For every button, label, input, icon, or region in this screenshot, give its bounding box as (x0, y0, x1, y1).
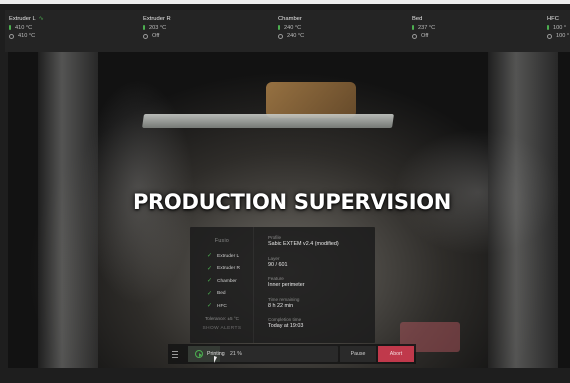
check-icon: ✓ (207, 278, 213, 285)
target-icon (547, 33, 552, 39)
abort-button[interactable]: Abort (378, 346, 414, 362)
thermometer-icon (9, 25, 11, 31)
target-icon (412, 33, 417, 39)
detail-profile: Profile Sabic EXTEM v2.4 (modified) (268, 235, 373, 256)
detail-feature: Feature Inner perimeter (268, 276, 373, 297)
show-alerts-button[interactable]: SHOW ALERTS (190, 326, 254, 331)
print-progress: Printing 21 % (188, 346, 338, 362)
print-details: Profile Sabic EXTEM v2.4 (modified) Laye… (268, 235, 373, 338)
sensor-extruder-r[interactable]: Extruder R 203 °C Off (143, 15, 171, 41)
detail-value: Sabic EXTEM v2.4 (modified) (268, 241, 339, 247)
sensor-target: 410 °C (18, 33, 36, 39)
sensor-bed[interactable]: Bed 237 °C Off (412, 15, 435, 41)
sensor-name: Chamber (278, 16, 302, 22)
camera-gantry (142, 114, 394, 128)
checks-column: Fusio ✓ Extruder L ✓ Extruder R ✓ Chamber ✓… (190, 227, 254, 343)
print-info-panel: Fusio ✓ Extruder L ✓ Extruder R ✓ Chamber ✓… (190, 227, 375, 343)
checks-heading: Fusio (214, 238, 230, 244)
target-icon (9, 33, 14, 39)
progress-percent: 21 % (230, 351, 242, 357)
sensor-name: Extruder L (9, 16, 36, 22)
sensor-name: Bed (412, 16, 423, 22)
list-item: ✓ HFC (207, 300, 240, 313)
detail-value: 8 h 22 min (268, 302, 294, 309)
detail-completion-time: Completion time Today at 19:03 (268, 317, 373, 338)
thermometer-icon (412, 25, 414, 31)
sensor-chamber[interactable]: Chamber 240 °C 240 °C (278, 15, 304, 41)
thermometer-icon (278, 25, 280, 31)
check-list: ✓ Extruder L ✓ Extruder R ✓ Chamber ✓ Bed ✓ H… (207, 250, 240, 313)
page-title: PRODUCTION SUPERVISION (132, 190, 452, 214)
sensor-current: 237 °C (418, 24, 436, 31)
mouse-cursor (214, 356, 217, 363)
menu-button[interactable] (172, 349, 181, 359)
sensor-hfc[interactable]: HFC 100 ° 100 ° (547, 15, 569, 41)
sensor-current: 203 °C (149, 24, 167, 31)
list-item: ✓ Bed (207, 288, 240, 301)
menu-icon (172, 351, 181, 358)
check-icon: ✓ (207, 290, 213, 297)
check-label: Extruder R (217, 266, 240, 272)
print-controls: Printing 21 % Pause Abort (168, 344, 416, 364)
camera-printed-part (266, 82, 356, 118)
sensor-target: 240 °C (287, 33, 305, 39)
sensor-status-bar: Extruder L ∿ 410 °C 410 °C Extruder R 203… (5, 10, 570, 52)
play-icon (195, 350, 203, 358)
sensor-target: Off (152, 33, 160, 39)
detail-value: Today at 19:03 (268, 323, 304, 329)
list-item: ✓ Extruder R (207, 263, 240, 276)
detail-value: Inner perimeter (268, 282, 305, 288)
check-label: Extruder L (217, 253, 240, 259)
detail-time-remaining: Time remaining 8 h 22 min (268, 297, 373, 318)
target-icon (278, 33, 283, 39)
tolerance-text: Tolerance: ±5 °C (205, 316, 239, 321)
detail-layer: Layer 90 / 601 (268, 256, 373, 277)
check-label: HFC (217, 303, 227, 309)
thermometer-icon (143, 25, 145, 31)
check-label: Chamber (217, 278, 237, 284)
sensor-target: Off (421, 33, 429, 39)
sensor-extruder-l[interactable]: Extruder L ∿ 410 °C 410 °C (9, 15, 44, 41)
wave-icon: ∿ (38, 16, 44, 22)
thermometer-icon (547, 25, 549, 31)
check-icon: ✓ (207, 265, 213, 272)
sensor-current: 240 °C (284, 24, 302, 31)
sensor-name: Extruder R (143, 16, 171, 22)
target-icon (143, 33, 148, 39)
sensor-current: 100 ° (553, 24, 567, 31)
list-item: ✓ Chamber (207, 275, 240, 288)
sensor-target: 100 ° (556, 33, 570, 39)
sensor-current: 410 °C (15, 24, 33, 31)
pause-button[interactable]: Pause (340, 346, 376, 362)
list-item: ✓ Extruder L (207, 250, 240, 263)
check-icon: ✓ (207, 253, 213, 260)
check-icon: ✓ (207, 303, 213, 310)
check-label: Bed (217, 291, 226, 297)
sensor-name: HFC (547, 16, 559, 22)
detail-value: 90 / 601 (268, 261, 288, 268)
